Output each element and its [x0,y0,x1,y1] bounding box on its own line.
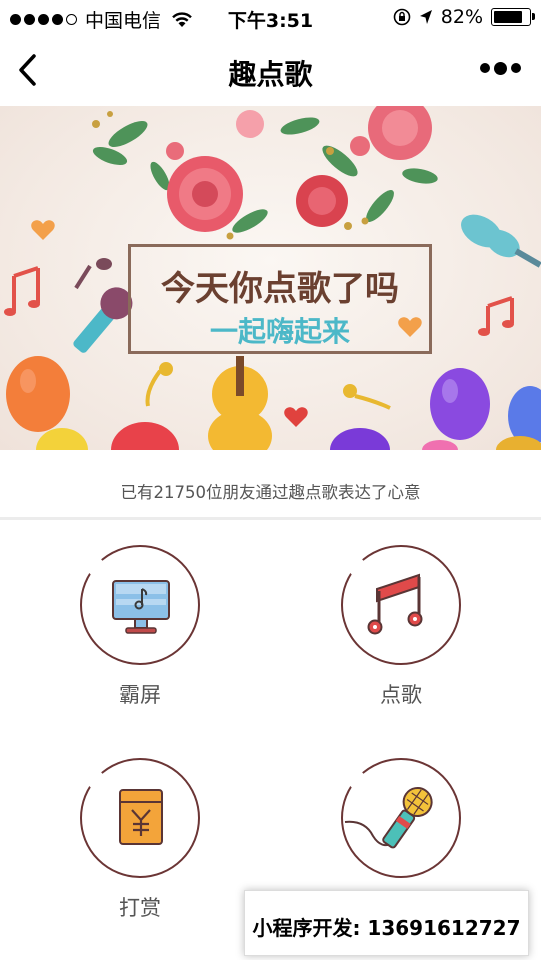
microphone-icon [344,786,433,849]
grid-label-tip: 打赏 [119,896,161,920]
banner-title-frame: 今天你点歌了吗 一起嗨起来 [128,244,432,354]
location-arrow-icon [419,10,432,24]
hero-banner: 今天你点歌了吗 一起嗨起来 [0,106,541,450]
rotation-lock-icon [393,8,411,26]
screen-icon-circle [80,545,200,665]
developer-contact-overlay: 小程序开发: 13691612727 [244,890,529,956]
grid-item-song[interactable]: 点歌 [301,545,501,709]
red-envelope-icon [119,789,163,845]
microphone-icon-circle [341,758,461,878]
music-note-icon-circle [341,545,461,665]
grid-item-tip[interactable]: 打赏 [40,758,240,922]
grid-label-screen: 霸屏 [119,683,161,707]
red-envelope-icon-circle [80,758,200,878]
usage-counter: 已有21750位朋友通过趣点歌表达了心意 [0,450,541,520]
page-title: 趣点歌 [228,58,313,91]
usage-counter-text: 已有21750位朋友通过趣点歌表达了心意 [120,483,421,502]
battery-icon [491,8,535,26]
grid-item-screen[interactable]: 霸屏 [40,545,240,709]
screen-icon [112,580,170,634]
grid-label-song: 点歌 [380,683,422,707]
developer-contact-text: 小程序开发: 13691612727 [252,916,521,940]
banner-title: 今天你点歌了吗 [161,269,399,309]
status-bar-right: 82% [393,6,535,28]
more-options-icon[interactable] [480,61,521,75]
nav-bar: 趣点歌 [0,36,541,106]
status-bar: 中国电信 下午3:51 82% [0,0,541,36]
battery-percent: 82% [440,6,483,28]
grid-item-microphone[interactable] [301,758,501,892]
banner-subtitle: 一起嗨起来 [209,315,350,348]
music-note-icon [367,573,423,635]
